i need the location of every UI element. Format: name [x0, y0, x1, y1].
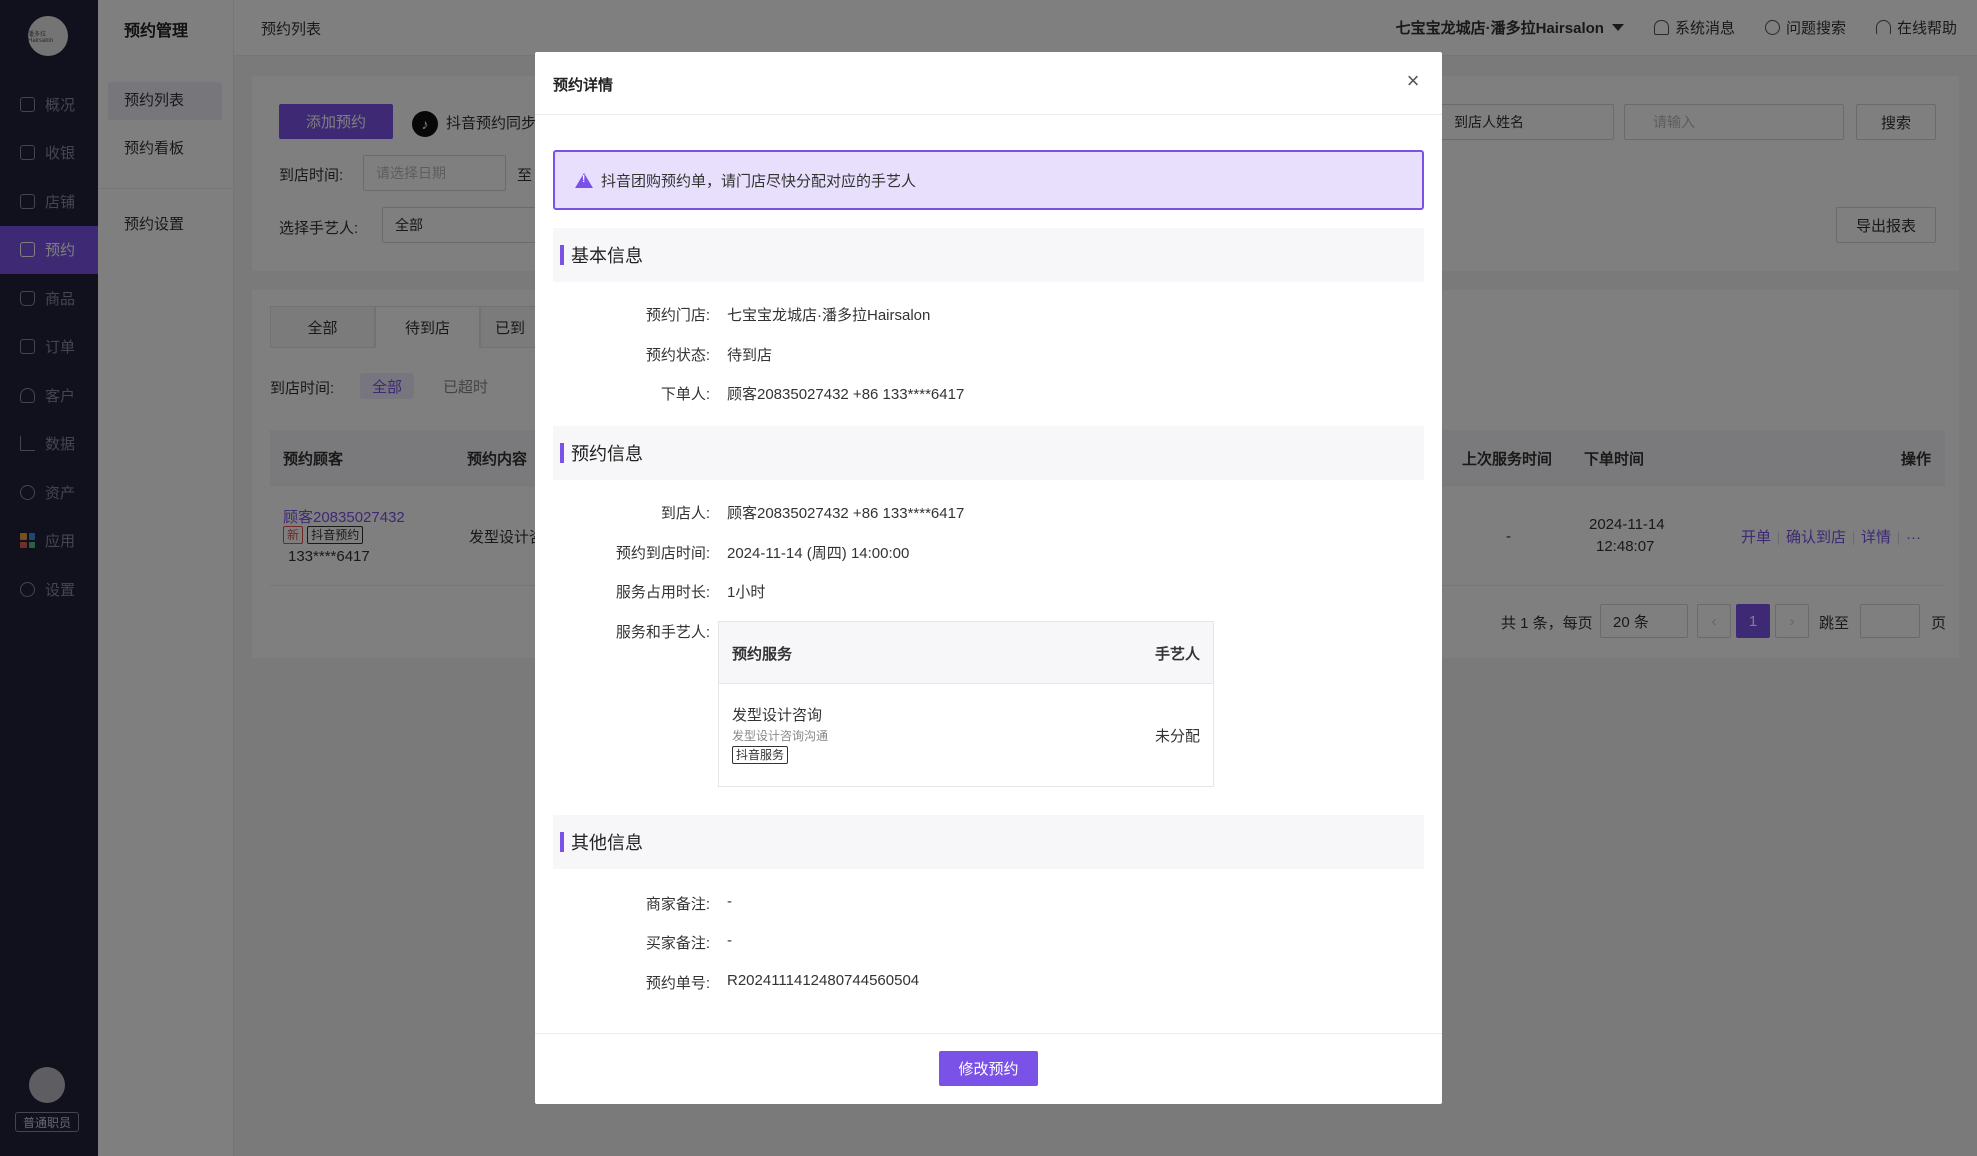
service-table-header: 预约服务 手艺人 [719, 622, 1213, 684]
status-label: 预约状态: [645, 347, 710, 364]
douyin-service-badge: 抖音服务 [732, 746, 789, 764]
service-table: 预约服务 手艺人 发型设计咨询 发型设计咨询沟通 抖音服务 未分配 [718, 621, 1214, 787]
service-artist: 未分配 [1154, 728, 1200, 745]
modal-title: 预约详情 [553, 77, 614, 94]
warning-icon [575, 172, 593, 188]
alert-text: 抖音团购预约单，请门店尽快分配对应的手艺人 [601, 172, 917, 190]
visitor-value: 顾客20835027432 +86 133****6417 [727, 505, 965, 522]
buyer-value: 顾客20835027432 +86 133****6417 [727, 386, 965, 403]
service-artist-label: 服务和手艺人: [615, 624, 710, 641]
service-tag-wrap: 抖音服务 [732, 746, 789, 764]
close-icon[interactable]: × [1402, 70, 1424, 92]
col-service: 预约服务 [732, 646, 793, 663]
buyer-note-label: 买家备注: [645, 935, 710, 952]
buyer-label: 下单人: [660, 386, 710, 403]
duration-value: 1小时 [727, 584, 766, 601]
status-value: 待到店 [727, 347, 773, 364]
arrive-time-value: 2024-11-14 (周四) 14:00:00 [727, 545, 910, 562]
edit-booking-button[interactable]: 修改预约 [939, 1051, 1038, 1086]
section-booking-info: 预约信息 [553, 426, 1424, 480]
duration-label: 服务占用时长: [615, 584, 710, 601]
col-artist: 手艺人 [1154, 646, 1200, 663]
service-desc: 发型设计咨询沟通 [732, 729, 829, 743]
store-value: 七宝宝龙城店·潘多拉Hairsalon [727, 307, 931, 324]
merchant-note-label: 商家备注: [645, 896, 710, 913]
modal-footer-divider [535, 1033, 1442, 1034]
booking-detail-modal: 预约详情 × 抖音团购预约单，请门店尽快分配对应的手艺人 基本信息 预约门店: … [535, 52, 1442, 1104]
douyin-alert: 抖音团购预约单，请门店尽快分配对应的手艺人 [553, 150, 1424, 210]
modal-header: 预约详情 × [535, 52, 1442, 115]
arrive-time-label: 预约到店时间: [615, 545, 710, 562]
order-number-value: R2024111412480744560504 [727, 972, 920, 989]
section-basic-info: 基本信息 [553, 228, 1424, 282]
buyer-note-value: - [727, 932, 732, 949]
order-number-label: 预约单号: [645, 975, 710, 992]
service-name: 发型设计咨询 [732, 707, 823, 724]
store-label: 预约门店: [645, 307, 710, 324]
section-other-info: 其他信息 [553, 815, 1424, 869]
merchant-note-value: - [727, 893, 732, 910]
visitor-label: 到店人: [660, 505, 710, 522]
